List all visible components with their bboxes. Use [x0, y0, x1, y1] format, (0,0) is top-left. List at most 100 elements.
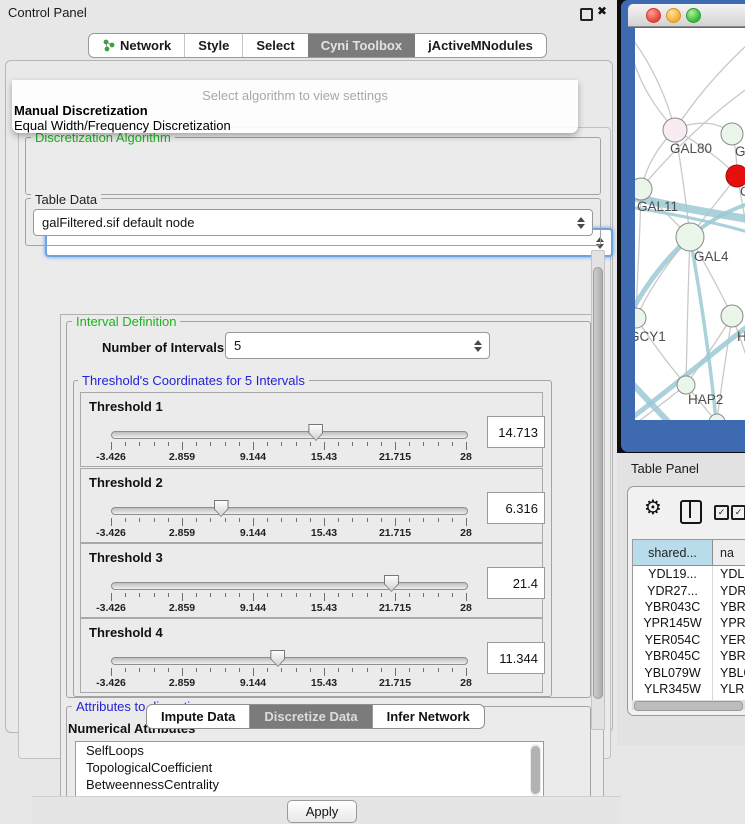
table-row[interactable]: YDL19...YDL1: [633, 566, 745, 582]
cell-name[interactable]: YBR0: [713, 648, 745, 664]
slider-track[interactable]: [111, 431, 468, 439]
minimize-traffic-light[interactable]: [666, 8, 681, 23]
node-gal80[interactable]: [663, 118, 687, 142]
slider-tick: [281, 518, 282, 522]
slider-tick: [338, 593, 339, 597]
node-label: GA: [735, 144, 745, 159]
cell-name[interactable]: YBL0: [713, 664, 745, 680]
table-row[interactable]: YER054CYER0: [633, 632, 745, 648]
slider-tick-label: 9.144: [225, 677, 281, 689]
slider-tick: [466, 668, 467, 676]
cell-name[interactable]: YDR2: [713, 582, 745, 598]
node-gcy1[interactable]: [635, 308, 646, 328]
table-data-combobox[interactable]: galFiltered.sif default node: [33, 209, 593, 236]
dropdown-option-manual[interactable]: Manual Discretization: [14, 103, 148, 118]
node-gal4[interactable]: [676, 223, 704, 251]
slider-tick: [111, 593, 112, 601]
cell-name[interactable]: YPR1: [713, 615, 745, 631]
tab-infer-network[interactable]: Infer Network: [372, 705, 484, 728]
cell-shared-name[interactable]: YDR27...: [633, 582, 713, 598]
column-header[interactable]: shared...: [633, 540, 713, 565]
table-horizontal-scrollbar[interactable]: [632, 700, 745, 710]
attributes-list[interactable]: SelfLoopsTopologicalCoefficientBetweenne…: [75, 741, 544, 797]
slider-tick: [111, 518, 112, 526]
threshold-label: Threshold 1: [89, 399, 163, 414]
slider-tick: [154, 518, 155, 522]
cell-shared-name[interactable]: YBL079W: [633, 664, 713, 680]
tab-select[interactable]: Select: [242, 34, 307, 57]
checkbox-icon[interactable]: ✓: [731, 505, 745, 520]
node-top-right[interactable]: [721, 123, 743, 145]
table-row[interactable]: YPR145WYPR1: [633, 615, 745, 631]
slider-track[interactable]: [111, 507, 468, 515]
num-intervals-combobox[interactable]: 5: [225, 332, 490, 359]
dropdown-prompt: Select algorithm to view settings: [12, 88, 578, 103]
node-gal11[interactable]: [635, 178, 652, 200]
cell-name[interactable]: YLR3: [713, 681, 745, 697]
table-row[interactable]: YBL079WYBL0: [633, 664, 745, 680]
network-window-titlebar[interactable]: [628, 4, 745, 27]
attribute-list-item[interactable]: TopologicalCoefficient: [76, 759, 543, 776]
slider-tick: [338, 442, 339, 446]
network-edge: [686, 237, 690, 385]
node-table[interactable]: shared...na YDL19...YDL1YDR27...YDR2YBR0…: [632, 539, 745, 701]
tab-style[interactable]: Style: [184, 34, 242, 57]
tab-impute-data[interactable]: Impute Data: [147, 705, 249, 728]
slider-tick: [452, 518, 453, 522]
cell-name[interactable]: YER0: [713, 632, 745, 648]
table-row[interactable]: YLR345WYLR3: [633, 681, 745, 697]
tab-discretize-data[interactable]: Discretize Data: [249, 705, 371, 728]
threshold-value-field[interactable]: 21.4: [487, 567, 545, 599]
cell-shared-name[interactable]: YBR045C: [633, 648, 713, 664]
attribute-list-item[interactable]: BetweennessCentrality: [76, 776, 543, 793]
tab-cyni-toolbox[interactable]: Cyni Toolbox: [308, 34, 415, 57]
network-edge: [675, 44, 745, 130]
list-scrollbar[interactable]: [530, 744, 541, 796]
zoom-traffic-light[interactable]: [686, 8, 701, 23]
gear-icon[interactable]: ⚙: [644, 498, 662, 518]
node-h[interactable]: [721, 305, 743, 327]
checkbox-icon[interactable]: ✓: [714, 505, 729, 520]
column-header[interactable]: na: [713, 540, 745, 565]
slider-tick: [210, 442, 211, 446]
threshold-value-field[interactable]: 14.713: [487, 416, 545, 448]
slider-tick: [267, 668, 268, 672]
slider-tick: [182, 593, 183, 601]
list-scrollbar-thumb[interactable]: [531, 746, 540, 794]
slider-tick: [338, 518, 339, 522]
table-scrollbar-thumb[interactable]: [634, 701, 743, 711]
tab-jactivemnodules[interactable]: jActiveMNodules: [415, 34, 546, 57]
cell-shared-name[interactable]: YBR043C: [633, 599, 713, 615]
slider-tick: [154, 593, 155, 597]
network-graph[interactable]: GAL80GACGAL11GAL4GCY1HHAP2: [635, 28, 745, 420]
slider-tick-label: 9.144: [225, 602, 281, 614]
cell-name[interactable]: YBR0: [713, 599, 745, 615]
tab-network[interactable]: Network: [89, 34, 184, 57]
slider-tick: [409, 593, 410, 597]
slider-track[interactable]: [111, 657, 468, 665]
slider-tick: [239, 518, 240, 522]
network-view-window[interactable]: GAL80GACGAL11GAL4GCY1HHAP2: [621, 0, 745, 452]
slider-track[interactable]: [111, 582, 468, 590]
cell-name[interactable]: YDL1: [713, 566, 745, 582]
cell-shared-name[interactable]: YDL19...: [633, 566, 713, 582]
panel-scrollbar[interactable]: [591, 250, 605, 730]
cell-shared-name[interactable]: YLR345W: [633, 681, 713, 697]
close-traffic-light[interactable]: [646, 8, 661, 23]
cell-shared-name[interactable]: YER054C: [633, 632, 713, 648]
threshold-value-field[interactable]: 6.316: [487, 492, 545, 524]
close-icon[interactable]: ✖: [597, 4, 607, 18]
table-row[interactable]: YBR043CYBR0: [633, 599, 745, 615]
table-row[interactable]: YBR045CYBR0: [633, 648, 745, 664]
split-view-icon[interactable]: [680, 500, 702, 524]
float-window-icon[interactable]: [580, 8, 593, 21]
network-canvas[interactable]: GAL80GACGAL11GAL4GCY1HHAP2: [635, 28, 745, 420]
slider-tick: [111, 668, 112, 676]
threshold-value-field[interactable]: 11.344: [487, 642, 545, 674]
dropdown-option-equal-width[interactable]: Equal Width/Frequency Discretization: [14, 118, 231, 133]
apply-button[interactable]: Apply: [287, 800, 357, 823]
panel-scrollbar-thumb[interactable]: [593, 267, 603, 699]
table-row[interactable]: YDR27...YDR2: [633, 582, 745, 598]
cell-shared-name[interactable]: YPR145W: [633, 615, 713, 631]
slider-tick: [395, 518, 396, 526]
